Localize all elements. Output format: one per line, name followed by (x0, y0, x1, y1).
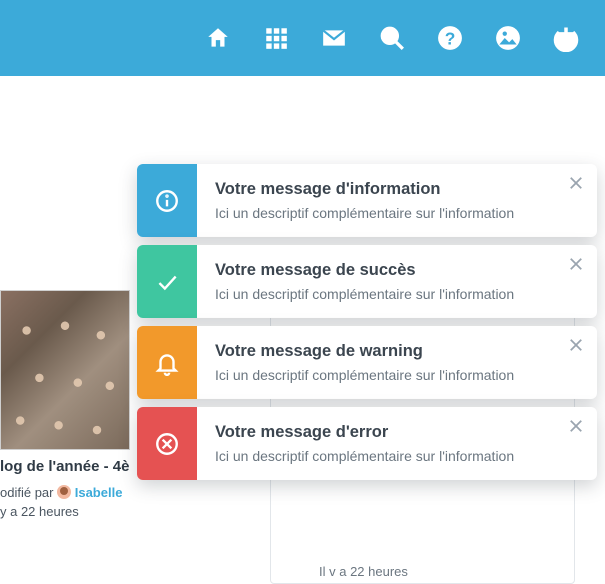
navbar: ? (0, 0, 605, 76)
close-icon[interactable] (567, 417, 585, 435)
toast-success: Votre message de succès Ici un descripti… (137, 245, 597, 318)
post-modified-line: odifié par Isabelle (0, 483, 170, 503)
close-icon[interactable] (567, 336, 585, 354)
image-icon[interactable] (493, 23, 523, 53)
power-icon[interactable] (551, 23, 581, 53)
post-author[interactable]: Isabelle (75, 485, 123, 500)
toast-desc: Ici un descriptif complémentaire sur l'i… (215, 286, 555, 302)
toast-title: Votre message d'error (215, 423, 555, 442)
svg-text:?: ? (445, 29, 456, 49)
toast-desc: Ici un descriptif complémentaire sur l'i… (215, 367, 555, 383)
page-content: log de l'année - 4è odifié par Isabelle … (0, 76, 605, 527)
class-photo (0, 290, 130, 450)
avatar (57, 485, 71, 499)
apps-icon[interactable] (261, 23, 291, 53)
modified-label: odifié par (0, 485, 53, 500)
info-icon (137, 164, 197, 237)
close-icon[interactable] (567, 174, 585, 192)
toast-title: Votre message d'information (215, 180, 555, 199)
mail-icon[interactable] (319, 23, 349, 53)
post-time: y a 22 heures (0, 502, 170, 522)
toast-desc: Ici un descriptif complémentaire sur l'i… (215, 205, 555, 221)
error-icon (137, 407, 197, 480)
side-card-time: Il v a 22 heures (319, 564, 408, 579)
toast-title: Votre message de succès (215, 261, 555, 280)
home-icon[interactable] (203, 23, 233, 53)
toast-title: Votre message de warning (215, 342, 555, 361)
toast-warning: Votre message de warning Ici un descript… (137, 326, 597, 399)
toast-error: Votre message d'error Ici un descriptif … (137, 407, 597, 480)
toast-info: Votre message d'information Ici un descr… (137, 164, 597, 237)
help-icon[interactable]: ? (435, 23, 465, 53)
bell-icon (137, 326, 197, 399)
close-icon[interactable] (567, 255, 585, 273)
toast-desc: Ici un descriptif complémentaire sur l'i… (215, 448, 555, 464)
check-icon (137, 245, 197, 318)
toasts-container: Votre message d'information Ici un descr… (137, 164, 597, 480)
search-icon[interactable] (377, 23, 407, 53)
